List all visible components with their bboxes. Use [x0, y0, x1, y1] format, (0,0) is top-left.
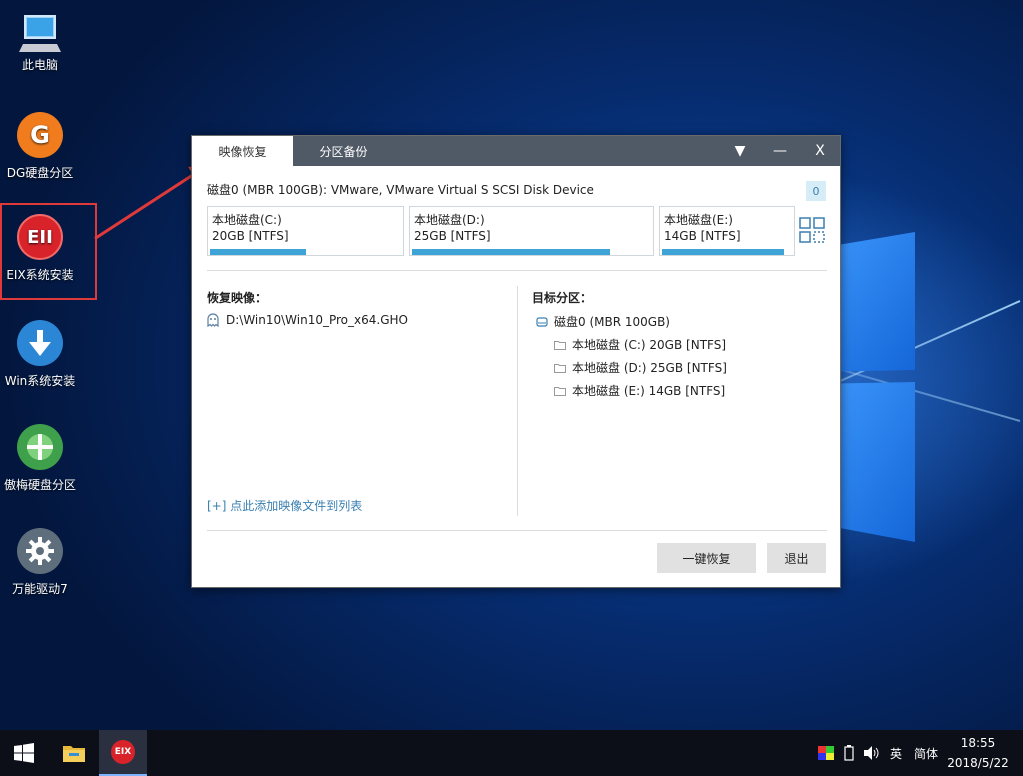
image-list-item[interactable]: D:\Win10\Win10_Pro_x64.GHO — [206, 313, 408, 327]
desktop-icon-win-install[interactable]: Win系统安装 — [0, 320, 80, 389]
desktop-icon-label: 此电脑 — [21, 58, 58, 72]
target-partition-label: 本地磁盘 (D:) 25GB [NTFS] — [572, 361, 727, 375]
view-layout-icon[interactable] — [799, 217, 825, 243]
highlight-box — [0, 203, 97, 300]
ime-language[interactable]: 英 — [890, 745, 902, 762]
dg-icon: G — [17, 112, 63, 158]
disk-badge[interactable]: 0 — [806, 181, 826, 201]
divider — [207, 530, 827, 531]
one-click-restore-button[interactable]: 一键恢复 — [657, 543, 756, 573]
battery-icon[interactable] — [844, 745, 854, 761]
partition-card-d[interactable]: 本地磁盘(D:) 25GB [NTFS] — [409, 206, 654, 256]
desktop-icon-label: 万能驱动7 — [12, 582, 68, 596]
taskbar-eix-app[interactable]: EIX — [99, 730, 147, 776]
partition-info: 20GB [NTFS] — [212, 229, 289, 243]
taskbar-file-explorer[interactable] — [50, 730, 98, 776]
add-image-link[interactable]: [+] 点此添加映像文件到列表 — [207, 497, 362, 514]
partition-name: 本地磁盘(E:) — [664, 213, 733, 227]
disk-icon — [536, 316, 548, 327]
disk-header: 磁盘0 (MBR 100GB): VMware, VMware Virtual … — [207, 183, 594, 197]
divider — [207, 270, 827, 271]
partition-info: 25GB [NTFS] — [414, 229, 491, 243]
target-partition-row-d[interactable]: 本地磁盘 (D:) 25GB [NTFS] — [554, 359, 727, 376]
partition-card-c[interactable]: 本地磁盘(C:) 20GB [NTFS] — [207, 206, 404, 256]
dropdown-button[interactable]: ▼ — [720, 136, 760, 166]
volume-icon[interactable] — [864, 746, 880, 760]
target-partition-title: 目标分区： — [532, 291, 593, 305]
folder-icon — [63, 746, 85, 762]
gear-icon — [17, 528, 63, 574]
exit-button[interactable]: 退出 — [767, 543, 826, 573]
desktop-icon-dg[interactable]: G DG硬盘分区 — [0, 112, 80, 181]
target-partition-label: 本地磁盘 (E:) 14GB [NTFS] — [572, 384, 726, 398]
image-restore-dialog: 映像恢复 分区备份 ▼ — X 磁盘0 (MBR 100GB): VMware,… — [191, 135, 841, 588]
partition-name: 本地磁盘(C:) — [212, 213, 282, 227]
partition-name: 本地磁盘(D:) — [414, 213, 485, 227]
desktop-icon-computer[interactable]: 此电脑 — [0, 10, 80, 73]
clock-time: 18:55 — [960, 736, 996, 750]
tab-image-restore[interactable]: 映像恢复 — [192, 136, 293, 166]
desktop-icon-driver[interactable]: 万能驱动7 — [0, 528, 80, 597]
desktop-icon-label: Win系统安装 — [4, 374, 76, 388]
minimize-button[interactable]: — — [760, 136, 800, 166]
partition-info: 14GB [NTFS] — [664, 229, 741, 243]
taskbar: EIX 英 简体 18:55 2018/5/22 — [0, 730, 1023, 776]
windows-start-icon — [14, 743, 34, 763]
desktop-icon-label: 傲梅硬盘分区 — [3, 478, 76, 492]
eix-icon: EIX — [111, 740, 135, 764]
dialog-titlebar: 映像恢复 分区备份 ▼ — X — [192, 136, 840, 166]
desktop-icon-aomei[interactable]: 傲梅硬盘分区 — [0, 424, 80, 493]
partition-usage-bar — [412, 249, 611, 255]
folder-icon — [554, 340, 566, 350]
clock-date: 2018/5/22 — [947, 756, 1009, 770]
vertical-divider — [517, 286, 518, 516]
ime-mode[interactable]: 简体 — [914, 745, 938, 762]
partition-usage-bar — [210, 249, 306, 255]
folder-icon — [554, 363, 566, 373]
taskbar-clock[interactable]: 18:55 2018/5/22 — [943, 733, 1013, 773]
target-partition-label: 本地磁盘 (C:) 20GB [NTFS] — [572, 338, 727, 352]
target-disk-label: 磁盘0 (MBR 100GB) — [554, 315, 670, 329]
start-button[interactable] — [0, 730, 48, 776]
tab-partition-backup[interactable]: 分区备份 — [293, 136, 394, 166]
desktop-icon-label: DG硬盘分区 — [6, 166, 74, 180]
system-tray: 英 简体 — [818, 730, 938, 776]
download-arrow-icon — [17, 320, 63, 366]
image-path: D:\Win10\Win10_Pro_x64.GHO — [226, 313, 408, 327]
aomei-icon — [17, 424, 63, 470]
close-button[interactable]: X — [800, 136, 840, 166]
computer-icon — [19, 15, 61, 52]
color-palette-icon[interactable] — [818, 746, 834, 760]
target-partition-row-e[interactable]: 本地磁盘 (E:) 14GB [NTFS] — [554, 382, 725, 399]
folder-icon — [554, 386, 566, 396]
restore-image-title: 恢复映像： — [207, 291, 268, 305]
target-partition-row-c[interactable]: 本地磁盘 (C:) 20GB [NTFS] — [554, 336, 726, 353]
partition-usage-bar — [662, 249, 785, 255]
ghost-file-icon — [207, 313, 219, 327]
target-disk-row[interactable]: 磁盘0 (MBR 100GB) — [536, 313, 670, 330]
partition-card-e[interactable]: 本地磁盘(E:) 14GB [NTFS] — [659, 206, 795, 256]
